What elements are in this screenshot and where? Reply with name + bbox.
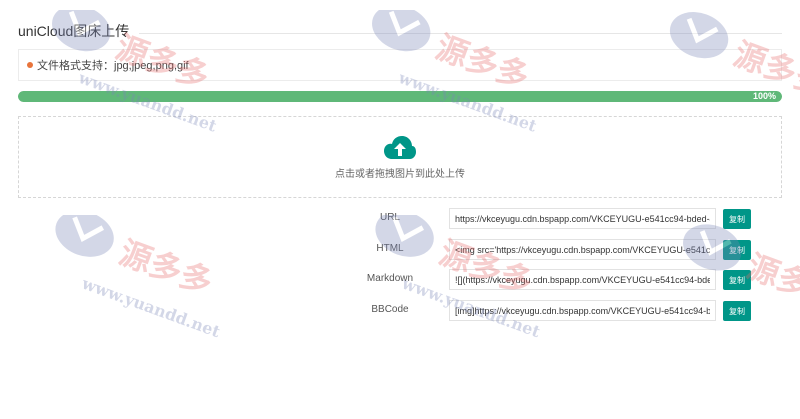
link-row-url: URL 复制 — [0, 205, 800, 231]
link-row-html: HTML 复制 — [0, 236, 800, 262]
copy-bbcode-button[interactable]: 复制 — [723, 301, 751, 321]
bbcode-field[interactable] — [449, 300, 716, 321]
link-label-bbcode: BBCode — [371, 304, 409, 315]
link-row-bbcode: BBCode 复制 — [0, 297, 800, 323]
bullet-dot-icon — [27, 62, 33, 68]
copy-markdown-button[interactable]: 复制 — [723, 270, 751, 290]
upload-dropzone[interactable]: 点击或者拖拽图片到此处上传 — [18, 116, 782, 198]
markdown-field[interactable] — [449, 269, 716, 290]
html-field[interactable] — [449, 239, 716, 260]
copy-url-button[interactable]: 复制 — [723, 209, 751, 229]
link-row-markdown: Markdown 复制 — [0, 266, 800, 292]
upload-progress-bar: 100% — [18, 91, 782, 102]
dropzone-text: 点击或者拖拽图片到此处上传 — [335, 168, 465, 180]
link-label-url: URL — [379, 212, 400, 223]
copy-html-button[interactable]: 复制 — [723, 240, 751, 260]
page-title: uniCloud图床上传 — [18, 23, 130, 39]
url-field[interactable] — [449, 208, 716, 229]
format-notice-text: 文件格式支持：jpg,jpeg,png,gif — [37, 60, 189, 72]
progress-fill: 100% — [18, 91, 782, 102]
title-divider — [139, 32, 782, 34]
page-header: uniCloud图床上传 — [18, 16, 782, 46]
cloud-upload-icon — [384, 135, 416, 159]
link-label-markdown: Markdown — [366, 273, 414, 284]
link-label-html: HTML — [376, 243, 404, 254]
format-notice: 文件格式支持：jpg,jpeg,png,gif — [18, 49, 782, 81]
progress-label: 100% — [752, 91, 776, 101]
